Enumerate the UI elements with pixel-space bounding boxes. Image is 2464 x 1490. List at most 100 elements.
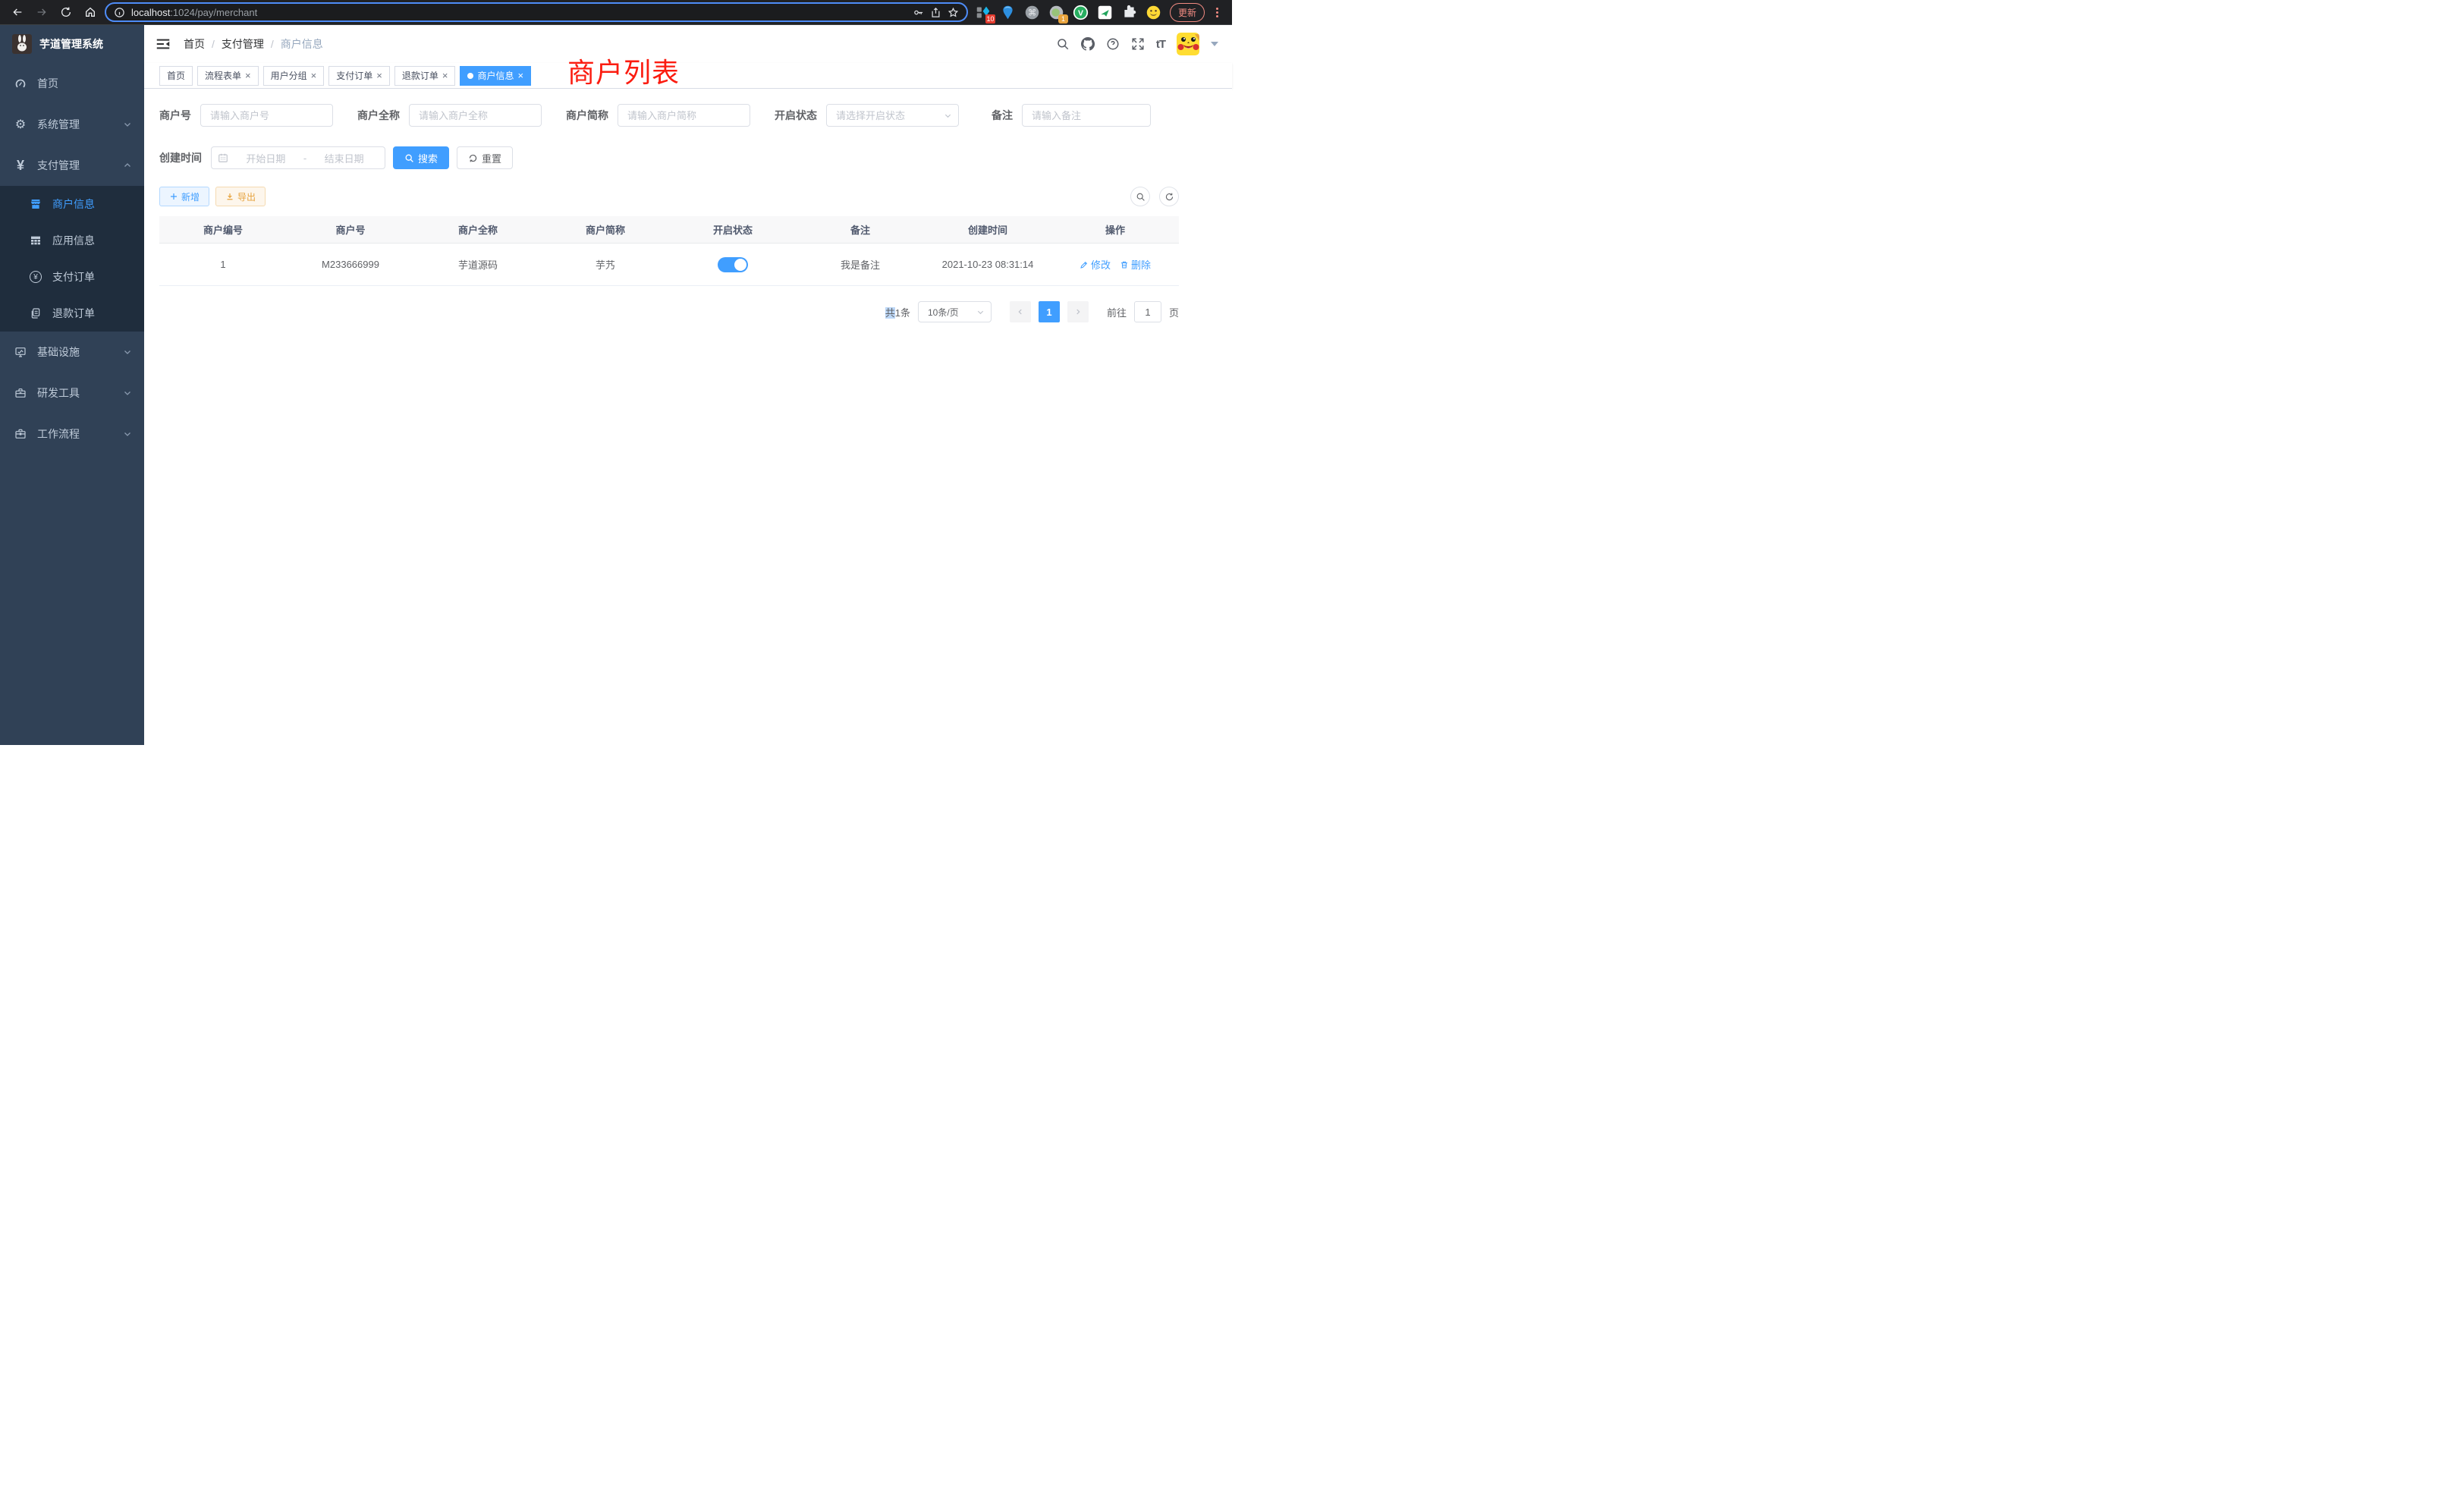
chrome-update-button[interactable]: 更新 [1170,3,1205,22]
edit-link-label: 修改 [1091,257,1111,272]
tab-user-group[interactable]: 用户分组× [263,66,325,86]
column-header: 商户简称 [542,222,669,237]
yen-icon: ¥ [14,158,27,174]
sidebar-item-label: 支付管理 [37,158,80,173]
tab-refund-order[interactable]: 退款订单× [394,66,456,86]
sidebar-item-merchant-info[interactable]: 商户信息 [0,186,144,222]
browser-forward-button[interactable] [32,2,52,22]
page-content: 商户号 商户全称 商户简称 开启状态 [144,89,1232,745]
add-button[interactable]: 新增 [159,187,209,206]
help-icon[interactable] [1106,37,1120,51]
bookmark-star-icon[interactable] [948,7,959,18]
browser-back-button[interactable] [8,2,27,22]
breadcrumb-current: 商户信息 [281,36,323,52]
toolbox-icon [14,387,27,399]
user-avatar[interactable] [1177,33,1199,55]
calendar-icon [218,152,228,163]
app-title: 芋道管理系统 [39,36,103,52]
cell-actions: 修改 删除 [1051,257,1179,272]
tab-process-form[interactable]: 流程表单× [197,66,259,86]
close-icon[interactable]: × [311,71,317,80]
refresh-icon-button[interactable] [1159,187,1179,206]
page-info-icon[interactable] [114,7,125,18]
close-icon[interactable]: × [245,71,251,80]
address-bar[interactable]: localhost:1024/pay/merchant [105,2,968,22]
add-button-label: 新增 [181,190,200,203]
password-key-icon[interactable] [913,7,924,18]
edit-link[interactable]: 修改 [1080,257,1111,272]
delete-link[interactable]: 删除 [1120,257,1151,272]
avatar-caret-icon[interactable] [1211,42,1218,46]
page-number-1[interactable]: 1 [1039,301,1060,322]
tab-label: 首页 [167,69,185,82]
goto-page-input[interactable] [1134,301,1161,322]
table-toolbar: 新增 导出 [159,187,1179,206]
sidebar-item-label: 退款订单 [52,306,95,321]
font-size-icon[interactable]: tT [1156,38,1165,51]
reset-button[interactable]: 重置 [457,146,513,169]
date-range-picker[interactable]: 开始日期 - 结束日期 [211,146,385,169]
sidebar-item-label: 商户信息 [52,196,95,212]
fullscreen-icon[interactable] [1131,37,1145,51]
sidebar-item-refund-orders[interactable]: 退款订单 [0,295,144,332]
sidebar-item-payment-orders[interactable]: ¥ 支付订单 [0,259,144,295]
sidebar-item-infrastructure[interactable]: 基础设施 [0,332,144,372]
browser-reload-button[interactable] [56,2,76,22]
extensions-puzzle-icon[interactable] [1121,5,1137,20]
end-date-placeholder[interactable]: 结束日期 [310,151,379,165]
sidebar-item-dev-tools[interactable]: 研发工具 [0,372,144,413]
export-button[interactable]: 导出 [215,187,266,206]
tab-payment-order[interactable]: 支付订单× [328,66,390,86]
breadcrumb-home[interactable]: 首页 [184,36,205,52]
next-page-button[interactable] [1067,301,1089,322]
sidebar-item-workflow[interactable]: 工作流程 [0,413,144,454]
full-name-input[interactable] [409,104,542,127]
sidebar-logo[interactable]: 芋道管理系统 [0,25,144,63]
pagination: 共1条 1 前往 页 [159,301,1179,322]
browser-profile-avatar[interactable] [1146,5,1161,20]
sidebar-item-payment-management[interactable]: ¥ 支付管理 [0,145,144,186]
breadcrumb: 首页 / 支付管理 / 商户信息 [184,36,323,52]
breadcrumb-separator: / [271,38,274,50]
sidebar-item-label: 基础设施 [37,344,80,360]
v-glyph: V [1078,8,1083,17]
extension-chat-icon[interactable] [1097,5,1113,20]
search-button-label: 搜索 [418,151,438,165]
close-icon[interactable]: × [376,71,382,80]
extension-vault-icon[interactable]: 10 [976,5,992,20]
tab-home[interactable]: 首页 [159,66,193,86]
status-select[interactable] [826,104,959,127]
breadcrumb-section[interactable]: 支付管理 [222,36,264,52]
close-icon[interactable]: × [442,71,448,80]
sidebar-item-home[interactable]: 首页 [0,63,144,104]
remark-input[interactable] [1022,104,1151,127]
extension-badge: 10 [985,14,995,24]
extension-proxy-icon[interactable]: 1 [1048,5,1064,20]
browser-home-button[interactable] [80,2,100,22]
tab-merchant-info-active[interactable]: 商户信息× [460,66,531,86]
field-label: 商户简称 [566,108,608,123]
navbar-actions: tT [1056,33,1218,55]
close-icon[interactable]: × [517,71,523,80]
extension-command-icon[interactable]: ⌘ [1024,5,1040,20]
sidebar-item-app-info[interactable]: 应用信息 [0,222,144,259]
column-header: 备注 [797,222,924,237]
prev-page-button[interactable] [1010,301,1031,322]
search-button[interactable]: 搜索 [393,146,449,169]
page-size-select[interactable] [918,301,992,322]
share-icon[interactable] [930,7,941,18]
browser-menu-icon[interactable] [1213,8,1221,17]
header-search-icon[interactable] [1056,37,1070,51]
extension-v-icon[interactable]: V [1073,5,1089,20]
github-icon[interactable] [1081,37,1095,51]
hamburger-icon[interactable] [155,36,171,52]
toggle-search-icon-button[interactable] [1130,187,1150,206]
cell-full-name: 芋道源码 [414,257,542,272]
merchant-no-input[interactable] [200,104,333,127]
sidebar-item-system-management[interactable]: ⚙ 系统管理 [0,104,144,145]
extension-balloon-icon[interactable] [1000,5,1016,20]
status-toggle[interactable] [718,257,748,272]
short-name-input[interactable] [618,104,750,127]
start-date-placeholder[interactable]: 开始日期 [231,151,300,165]
active-tab-dot [467,73,473,79]
